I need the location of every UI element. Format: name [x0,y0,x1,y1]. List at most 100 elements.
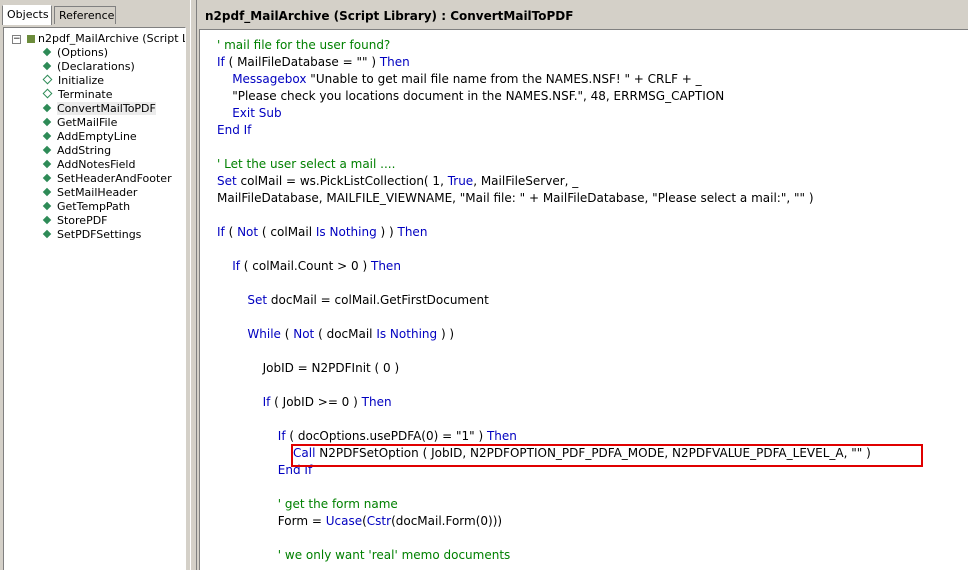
code-line: If ( docOptions.usePDFA(0) = "1" ) Then [278,428,517,445]
procedure-icon [42,61,52,71]
code-token: Form = [277,514,326,528]
procedure-icon [42,117,52,127]
code-line: While ( Not ( docMail Is Nothing ) ) [247,326,454,343]
procedure-icon [42,131,52,141]
code-line: If ( JobID >= 0 ) Then [263,394,392,411]
procedure-icon [42,88,53,99]
tree-item[interactable]: AddNotesField [42,158,172,172]
code-token: , MailFileServer, _ [473,174,579,188]
code-line: End If [217,122,251,139]
tree-item-label: StorePDF [57,214,108,227]
code-line: Form = Ucase(Cstr(docMail.Form(0))) [278,513,502,530]
procedure-icon [42,215,52,225]
procedure-icon [42,229,52,239]
highlight-box [291,444,923,467]
tree-item-label: Initialize [58,74,105,87]
code-token: (docMail.Form(0))) [391,514,503,528]
code-token: Exit Sub [232,106,282,120]
code-line: Set colMail = ws.PickListCollection( 1, … [217,173,578,190]
tree-item[interactable]: AddEmptyLine [42,130,172,144]
code-line: ' get the form name [278,496,398,513]
tree-item[interactable]: SetPDFSettings [42,228,172,242]
code-token: Then [379,55,410,69]
tree-item-label: SetHeaderAndFooter [57,172,172,185]
code-token: True [447,174,474,188]
code-token: Messagebox [232,72,307,86]
code-token: Ucase [325,514,363,528]
code-token: ' we only want 'real' memo documents [277,548,511,562]
left-pane: Objects Reference − n2pdf_MailArchive (Sc… [0,0,190,570]
procedure-icon [42,187,52,197]
procedure-icon [42,47,52,57]
tree-item-label: SetPDFSettings [57,228,142,241]
code-token: ' get the form name [277,497,398,511]
tree-item-label: AddEmptyLine [57,130,137,143]
code-token: ' Let the user select a mail .... [217,157,396,171]
tree-item[interactable]: StorePDF [42,214,172,228]
code-token: Not [237,225,259,239]
code-line: ' mail file for the user found? [217,37,390,54]
code-token: If [277,429,286,443]
pane-splitter[interactable] [190,0,197,570]
code-token: "Please check you locations document in … [232,89,725,103]
collapse-icon[interactable]: − [12,34,21,44]
tree-root[interactable]: − n2pdf_MailArchive (Script Libra [12,32,185,46]
code-token: Cstr [366,514,392,528]
code-token: If [217,225,225,239]
tab-objects[interactable]: Objects [2,5,52,25]
tree-item[interactable]: Initialize [42,74,172,88]
code-editor[interactable]: ' mail file for the user found? If ( Mail… [199,29,968,570]
tree-item-label: GetMailFile [57,116,118,129]
code-token: ) ) [437,327,455,341]
code-line: If ( MailFileDatabase = "" ) Then [217,54,410,71]
code-token: Then [397,225,428,239]
procedure-icon [42,173,52,183]
tree-item-label: Terminate [58,88,113,101]
code-line: If ( colMail.Count > 0 ) Then [232,258,401,275]
code-token: Not [293,327,315,341]
editor-title: n2pdf_MailArchive (Script Library) : Con… [199,6,968,26]
code-line: Messagebox "Unable to get mail file name… [232,71,701,88]
code-token: While [247,327,281,341]
tree-item[interactable]: (Options) [42,46,172,60]
code-token: Set [217,174,237,188]
code-token: "Unable to get mail file name from the N… [306,72,702,86]
tree-item[interactable]: GetTempPath [42,200,172,214]
tree-item[interactable]: ConvertMailToPDF [42,102,172,116]
code-line: JobID = N2PDFInit ( 0 ) [263,360,400,377]
tree-item[interactable]: (Declarations) [42,60,172,74]
code-token: Then [371,259,401,273]
code-line: Set docMail = colMail.GetFirstDocument [247,292,488,309]
tree-item-label: SetMailHeader [57,186,138,199]
tree-item[interactable]: SetMailHeader [42,186,172,200]
tree-item-label: (Declarations) [57,60,135,73]
code-token: ( docMail [314,327,377,341]
code-line: ' we only want 'real' memo documents [278,547,510,564]
procedure-icon [42,145,52,155]
code-token: ( MailFileDatabase = "" ) [224,55,380,69]
objects-tree: − n2pdf_MailArchive (Script Libra (Option… [3,27,186,570]
code-token: If [217,55,225,69]
code-token: If [232,259,240,273]
code-token: docMail = colMail.GetFirstDocument [267,293,489,307]
procedure-icon [42,201,52,211]
code-line: MailFileDatabase, MAILFILE_VIEWNAME, "Ma… [217,190,814,207]
tree-item[interactable]: AddString [42,144,172,158]
procedure-icon [42,103,52,113]
code-line: ' Let the user select a mail .... [217,156,395,173]
code-token: Then [486,429,517,443]
code-token: Is Nothing [315,225,377,239]
tree-item-label: (Options) [57,46,109,59]
code-token: ( [224,225,238,239]
tab-reference[interactable]: Reference [54,6,116,24]
editor-pane: n2pdf_MailArchive (Script Library) : Con… [199,6,968,570]
code-line: If ( Not ( colMail Is Nothing ) ) Then [217,224,427,241]
tree-item[interactable]: SetHeaderAndFooter [42,172,172,186]
code-line: "Please check you locations document in … [232,88,724,105]
code-token: ( colMail.Count > 0 ) [239,259,371,273]
code-line: Exit Sub [232,105,281,122]
tree-item[interactable]: Terminate [42,88,172,102]
tree-item[interactable]: GetMailFile [42,116,172,130]
code-token: End If [217,123,252,137]
tree-item-label: GetTempPath [57,200,131,213]
